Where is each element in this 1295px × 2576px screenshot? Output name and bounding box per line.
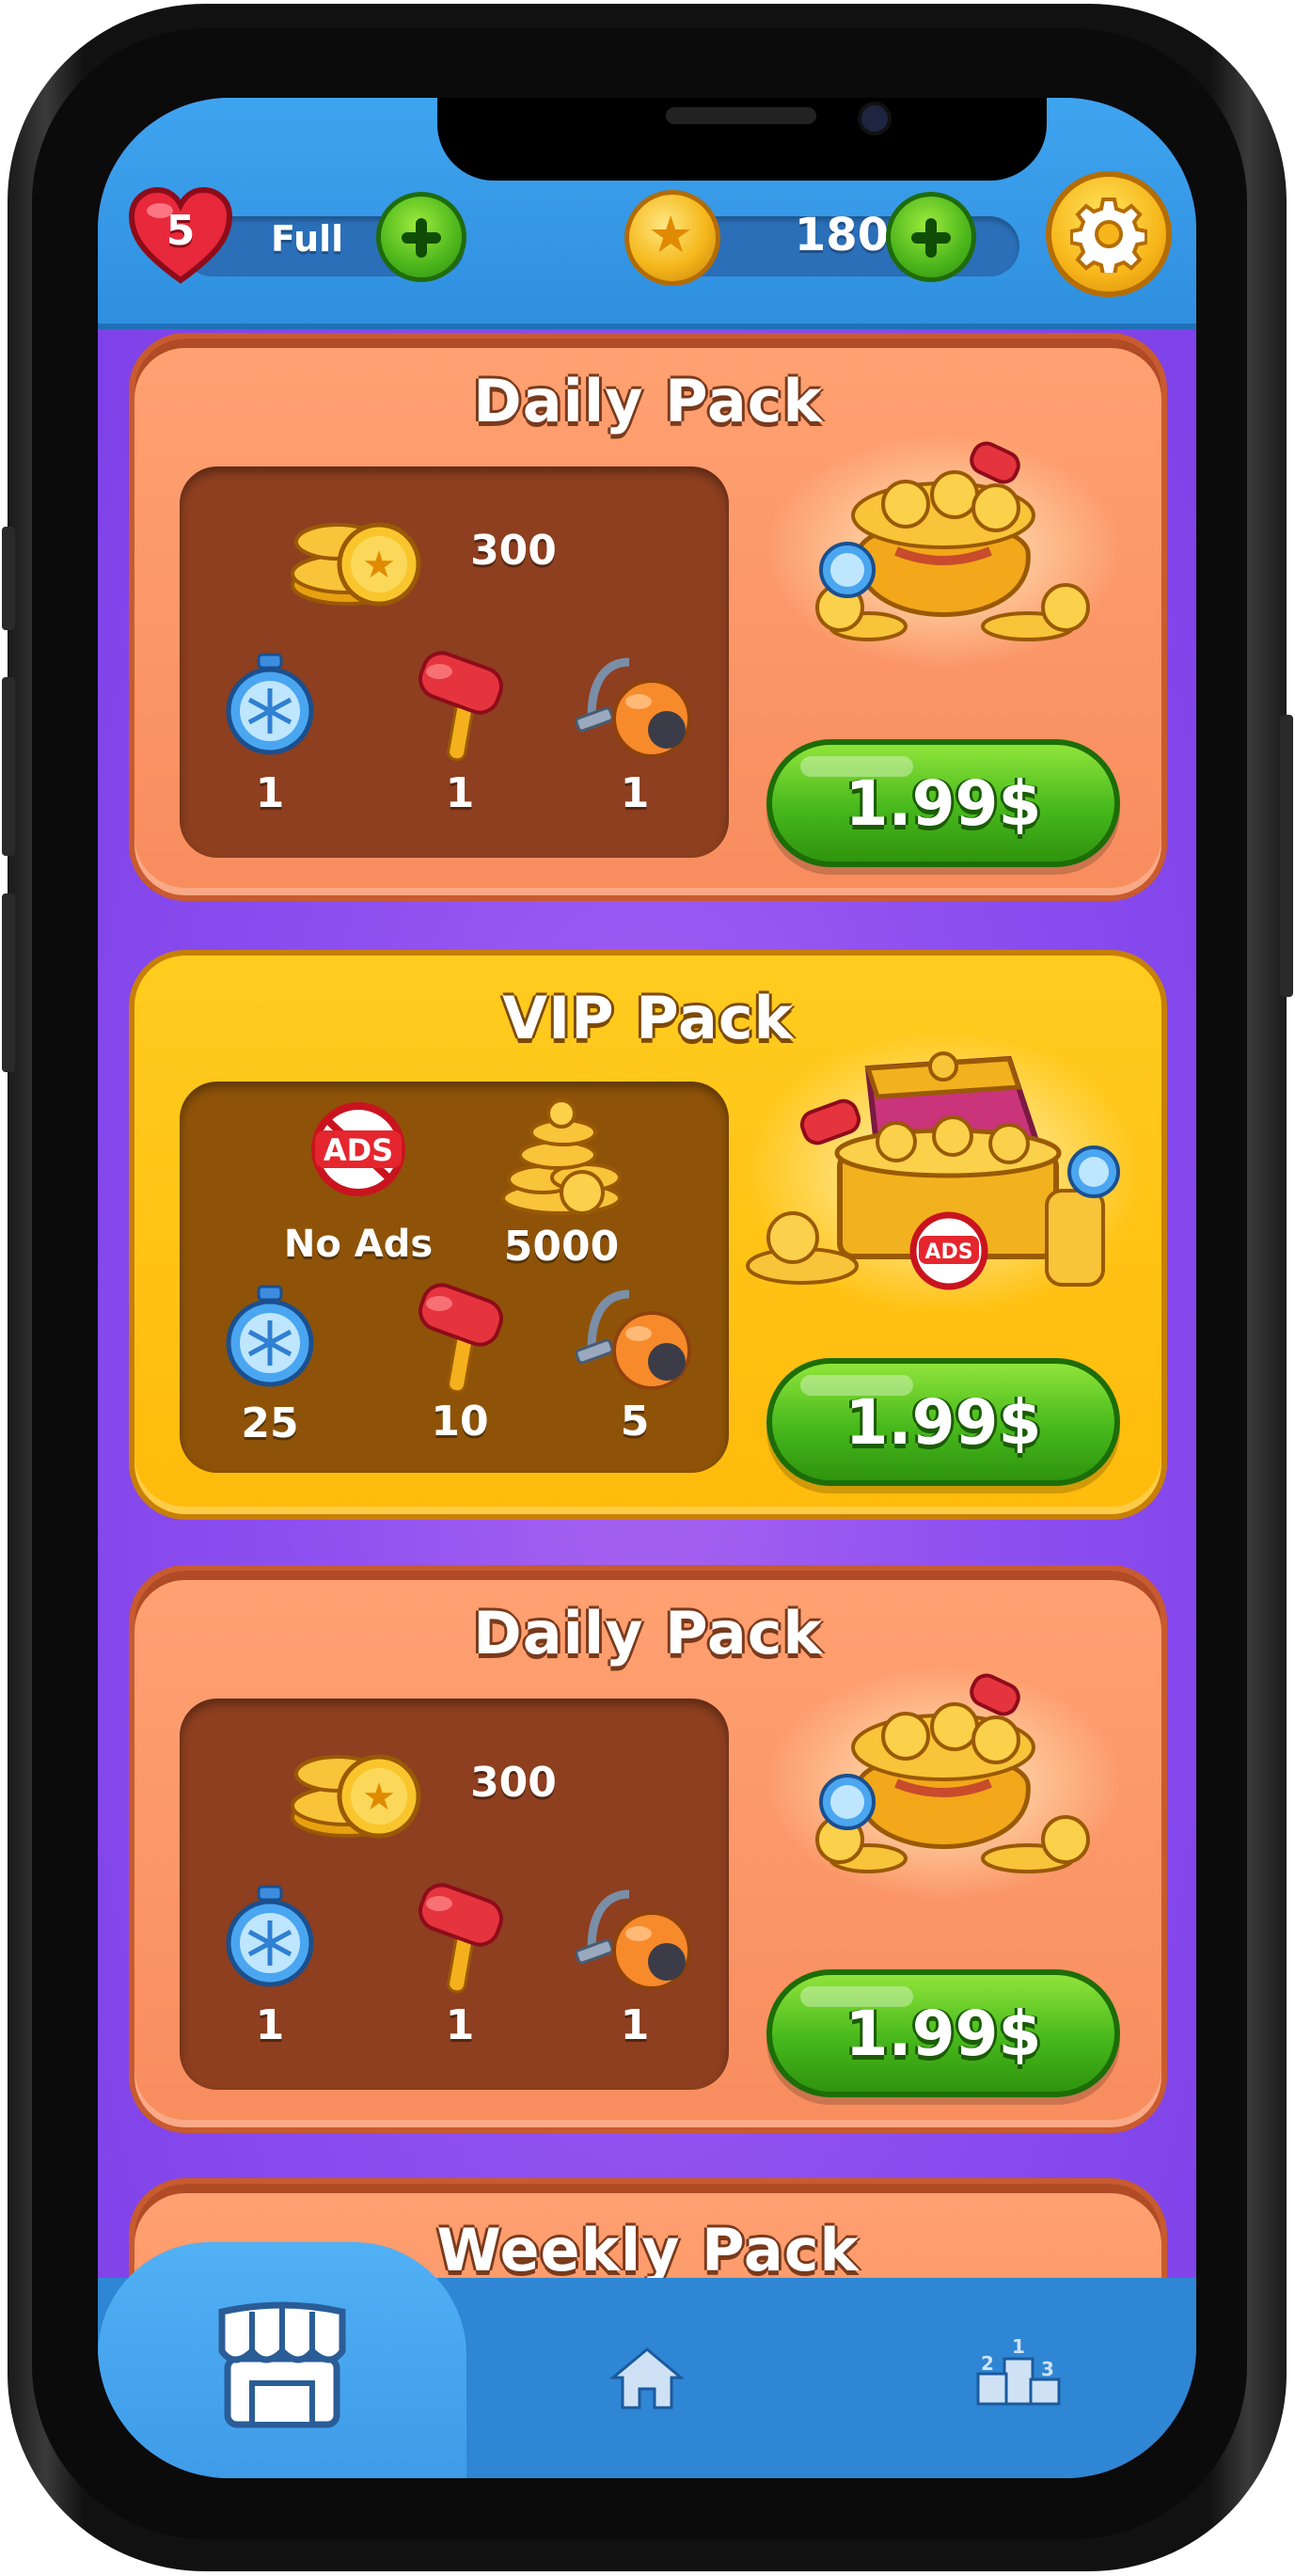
pack-contents-panel: ★ 300 1 1 1 — [180, 466, 729, 858]
buy-button[interactable]: 1.99$ — [766, 1969, 1120, 2097]
buy-button[interactable]: 1.99$ — [766, 1358, 1120, 1486]
vacuum-icon — [575, 1889, 691, 1990]
no-ads-label: No Ads — [283, 1223, 434, 1266]
hammer-icon — [419, 1283, 503, 1394]
ads-badge-label: ADS — [324, 1132, 393, 1168]
svg-text:★: ★ — [362, 1776, 396, 1819]
stopwatch-icon — [226, 1285, 314, 1387]
coin-bag-icon — [765, 1666, 1122, 1901]
nav-tab-shop[interactable] — [98, 2242, 466, 2478]
settings-button[interactable] — [1046, 171, 1172, 297]
item-qty-stopwatch: 1 — [255, 2001, 285, 2049]
phone-volume-down — [2, 893, 15, 1072]
coins-amount: 300 — [470, 1759, 557, 1807]
lives-count: 5 — [166, 207, 196, 255]
svg-text:★: ★ — [362, 544, 396, 587]
item-qty-vacuum: 5 — [620, 1398, 650, 1446]
treasure-chest-icon: ADS — [746, 1031, 1141, 1313]
item-qty-stopwatch: 1 — [255, 769, 285, 817]
home-icon[interactable] — [609, 2346, 685, 2411]
speaker — [666, 107, 816, 124]
podium-digit-third: 3 — [1041, 2358, 1054, 2380]
phone-power-button — [1280, 715, 1293, 997]
stopwatch-icon — [226, 653, 314, 755]
coin-icon: ★ — [624, 190, 720, 286]
item-qty-vacuum: 1 — [620, 769, 650, 817]
item-qty-hammer: 1 — [445, 769, 475, 817]
lives-status: Full — [271, 218, 344, 260]
item-qty-vacuum: 1 — [620, 2001, 650, 2049]
pack-title: Daily Pack — [473, 367, 823, 435]
hammer-icon — [419, 1883, 503, 1994]
podium-digit-first: 1 — [1012, 2335, 1025, 2358]
vacuum-icon — [575, 657, 691, 758]
podium-digit-second: 2 — [981, 2352, 994, 2375]
pack-card-daily: Daily Pack ★ 300 1 1 1 1.99$ — [129, 333, 1167, 901]
phone-side-button — [2, 527, 15, 630]
price-label: 1.99$ — [845, 767, 1042, 840]
add-coins-button[interactable] — [886, 192, 976, 282]
phone-volume-up — [2, 677, 15, 856]
leaderboard-icon[interactable]: 1 2 3 — [976, 2334, 1061, 2410]
item-qty-stopwatch: 25 — [241, 1399, 299, 1447]
coins-pile-icon — [501, 1098, 622, 1215]
gear-icon — [1070, 198, 1147, 273]
no-ads-icon: ADS — [311, 1102, 405, 1196]
notch — [437, 98, 1047, 181]
pack-card-daily: Daily Pack ★ 300 1 1 1 1.99$ — [129, 1565, 1167, 2133]
pack-card-vip: VIP Pack ADS No Ads 5000 25 10 5 ADS 1.9… — [129, 950, 1167, 1520]
pack-title: Daily Pack — [473, 1599, 823, 1667]
stopwatch-icon — [226, 1885, 314, 1987]
ads-badge-label: ADS — [924, 1241, 972, 1264]
coins-stack-icon: ★ — [291, 1754, 421, 1839]
game-screen: 5 Full ★ 180 Daily Pack ★ 300 1 1 1 1.99… — [98, 98, 1196, 2478]
pack-contents-panel: ★ 300 1 1 1 — [180, 1699, 729, 2090]
item-qty-hammer: 1 — [445, 2001, 475, 2049]
add-lives-button[interactable] — [376, 192, 466, 282]
camera — [858, 102, 892, 135]
hammer-icon — [419, 651, 503, 762]
price-label: 1.99$ — [845, 1386, 1042, 1459]
coins-amount: 300 — [470, 527, 557, 575]
price-label: 1.99$ — [845, 1998, 1042, 2070]
pack-contents-panel: ADS No Ads 5000 25 10 5 — [180, 1082, 729, 1473]
phone-frame: 5 Full ★ 180 Daily Pack ★ 300 1 1 1 1.99… — [0, 0, 1295, 2576]
shop-icon — [218, 2301, 346, 2428]
item-qty-hammer: 10 — [431, 1398, 489, 1446]
buy-button[interactable]: 1.99$ — [766, 739, 1120, 867]
coin-bag-icon — [765, 434, 1122, 669]
coins-stack-icon: ★ — [291, 522, 421, 607]
vacuum-icon — [575, 1289, 691, 1390]
coins-amount: 5000 — [503, 1223, 620, 1271]
